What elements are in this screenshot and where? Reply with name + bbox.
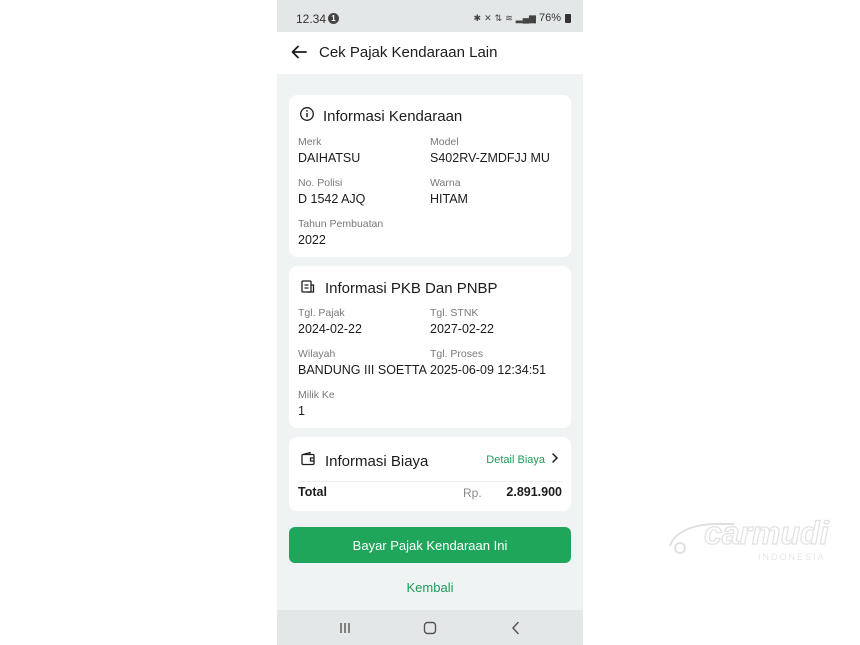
signal-icon: ▂▄▆ (515, 12, 536, 23)
wifi-icon: ≋ (505, 12, 513, 23)
tgl-proses-value: 2025-06-09 12:34:51 (430, 363, 547, 377)
cost-info-header: Informasi Biaya (299, 450, 428, 473)
merk-value: DAIHATSU (298, 151, 361, 165)
info-circle-icon (299, 106, 315, 127)
status-icons: ✱ ✕ ⇅ ≋ ▂▄▆ 76% (474, 12, 571, 24)
milik-ke-label: Milik Ke (298, 389, 335, 401)
back-nav-icon[interactable] (507, 619, 525, 637)
warna-value: HITAM (430, 192, 468, 206)
status-time: 12.34 (296, 12, 327, 26)
tgl-pajak-value: 2024-02-22 (298, 322, 362, 336)
vehicle-info-card: Informasi Kendaraan Merk DAIHATSU Model … (289, 95, 571, 257)
page-title: Cek Pajak Kendaraan Lain (319, 44, 498, 61)
tahun-label: Tahun Pembuatan (298, 218, 384, 230)
cost-divider (298, 481, 562, 482)
tgl-stnk-label: Tgl. STNK (430, 307, 479, 319)
tgl-stnk-value: 2027-02-22 (430, 322, 494, 336)
document-icon (299, 277, 317, 300)
kembali-link[interactable]: Kembali (277, 580, 583, 595)
no-polisi-label: No. Polisi (298, 177, 343, 189)
model-label: Model (430, 136, 459, 148)
system-nav-bar (277, 610, 583, 645)
total-label: Total (298, 485, 327, 499)
cost-info-card: Informasi Biaya Detail Biaya Total Rp. 2… (289, 437, 571, 511)
milik-ke-value: 1 (298, 404, 305, 418)
tgl-pajak-label: Tgl. Pajak (298, 307, 345, 319)
tahun-value: 2022 (298, 233, 326, 247)
app-bar: Cek Pajak Kendaraan Lain (277, 32, 583, 74)
no-polisi-value: D 1542 AJQ (298, 192, 366, 206)
cost-info-title: Informasi Biaya (325, 453, 429, 470)
wilayah-value: BANDUNG III SOETTA (298, 363, 427, 377)
carmudi-watermark: carmudi INDONESIA (664, 510, 844, 566)
pkb-info-header: Informasi PKB Dan PNBP (299, 277, 498, 300)
watermark-sub: INDONESIA (758, 552, 826, 562)
total-value: 2.891.900 (506, 485, 562, 499)
bluetooth-icon: ✱ (473, 12, 482, 23)
pkb-info-card: Informasi PKB Dan PNBP Tgl. Pajak 2024-0… (289, 266, 571, 428)
tgl-proses-label: Tgl. Proses (430, 348, 484, 360)
data-icon: ⇅ (494, 12, 503, 23)
merk-label: Merk (298, 136, 322, 148)
wallet-icon (299, 450, 317, 473)
recent-apps-icon[interactable] (336, 619, 354, 637)
battery-icon (565, 13, 571, 23)
model-value: S402RV-ZMDFJJ MU (430, 151, 550, 165)
vehicle-info-title: Informasi Kendaraan (323, 108, 463, 125)
warna-label: Warna (430, 177, 461, 189)
battery-percent: 76% (538, 12, 561, 24)
mute-icon: ✕ (484, 12, 492, 23)
detail-biaya-link[interactable]: Detail Biaya (486, 453, 559, 466)
phone-screen: 12.34 1 ✱ ✕ ⇅ ≋ ▂▄▆ 76% Cek Pajak Kendar… (277, 0, 583, 645)
pkb-info-title: Informasi PKB Dan PNBP (325, 280, 498, 297)
arrow-left-icon[interactable] (289, 42, 309, 62)
wilayah-label: Wilayah (298, 348, 336, 360)
total-currency: Rp. (463, 486, 482, 500)
status-bar: 12.34 1 ✱ ✕ ⇅ ≋ ▂▄▆ 76% (277, 0, 583, 32)
home-icon[interactable] (421, 619, 439, 637)
vehicle-info-header: Informasi Kendaraan (299, 106, 462, 127)
watermark-brand: carmudi (704, 515, 830, 551)
pay-tax-button[interactable]: Bayar Pajak Kendaraan Ini (289, 527, 571, 563)
chevron-right-icon (551, 453, 559, 466)
notification-badge: 1 (328, 13, 339, 24)
detail-biaya-label: Detail Biaya (486, 453, 545, 466)
